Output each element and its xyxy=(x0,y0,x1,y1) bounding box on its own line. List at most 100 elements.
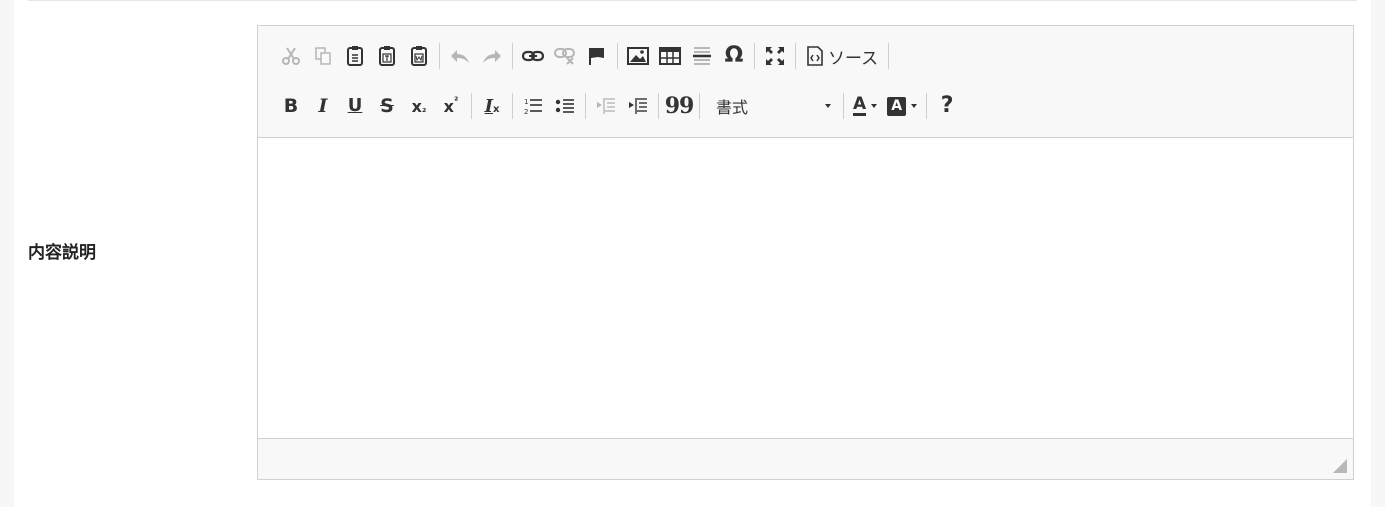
italic-icon: I xyxy=(318,94,328,117)
subscript-button[interactable]: x₂ xyxy=(403,91,435,121)
toolbar-row-2: B I U S x₂ x² Ix 1 2 99 書式 A A ? xyxy=(275,89,963,123)
format-dropdown[interactable]: 書式 xyxy=(704,91,839,121)
chevron-down-icon xyxy=(871,104,878,108)
svg-text:2: 2 xyxy=(524,108,528,116)
bulleted-list-icon xyxy=(555,99,574,113)
editor-toolbar: Ω ソース B I U S x₂ x² Ix 1 2 99 書式 A A ? xyxy=(258,26,1353,138)
numbered-list-icon: 1 2 xyxy=(524,98,542,116)
anchor-button[interactable] xyxy=(581,41,613,71)
paste-text-icon xyxy=(379,46,395,66)
toolbar-separator xyxy=(888,43,890,69)
toolbar-separator xyxy=(926,93,928,119)
source-label: ソース xyxy=(828,48,879,69)
remove-format-base: I xyxy=(484,95,493,117)
paste-word-button[interactable] xyxy=(403,41,435,71)
blockquote-icon: 99 xyxy=(664,93,695,119)
bold-button[interactable]: B xyxy=(275,91,307,121)
underline-icon: U xyxy=(347,95,363,116)
paste-text-button[interactable] xyxy=(371,41,403,71)
svg-text:1: 1 xyxy=(524,98,528,106)
text-color-icon: A xyxy=(853,94,867,116)
row-divider xyxy=(28,0,1357,1)
remove-format-mark: x xyxy=(492,103,500,115)
strikethrough-button[interactable]: S xyxy=(371,91,403,121)
undo-button[interactable] xyxy=(444,41,476,71)
source-icon xyxy=(807,46,823,66)
field-label: 内容説明 xyxy=(28,243,96,263)
redo-button[interactable] xyxy=(476,41,508,71)
indent-button[interactable] xyxy=(622,91,654,121)
toolbar-separator xyxy=(658,93,659,119)
indent-icon xyxy=(629,98,647,114)
horizontal-rule-button[interactable] xyxy=(686,41,718,71)
cut-icon xyxy=(282,47,300,65)
toolbar-separator xyxy=(512,93,513,119)
toolbar-separator xyxy=(439,43,440,69)
numbered-list-button[interactable]: 1 2 xyxy=(517,91,549,121)
remove-format-button[interactable]: Ix xyxy=(476,91,508,121)
remove-format-icon: Ix xyxy=(485,97,500,116)
superscript-icon: x² xyxy=(443,95,459,116)
outdent-icon xyxy=(597,98,615,114)
table-icon xyxy=(659,47,681,65)
blockquote-button[interactable]: 99 xyxy=(663,91,695,121)
subscript-mark: ₂ xyxy=(421,103,427,115)
superscript-base: x xyxy=(443,96,454,116)
resize-handle-icon[interactable] xyxy=(1333,459,1347,473)
paste-icon xyxy=(347,46,363,66)
table-button[interactable] xyxy=(654,41,686,71)
unlink-button[interactable] xyxy=(549,41,581,71)
subscript-icon: x₂ xyxy=(412,97,427,116)
special-char-button[interactable]: Ω xyxy=(718,41,750,71)
toolbar-separator xyxy=(471,93,472,119)
omega-icon: Ω xyxy=(724,43,744,68)
toolbar-separator xyxy=(585,93,586,119)
toolbar-separator xyxy=(512,43,513,69)
toolbar-separator xyxy=(795,43,796,69)
underline-button[interactable]: U xyxy=(339,91,371,121)
copy-icon xyxy=(315,47,331,65)
editor-status-bar xyxy=(258,438,1353,479)
maximize-icon xyxy=(766,47,784,65)
toolbar-separator xyxy=(754,43,755,69)
text-color-letter: A xyxy=(853,94,867,114)
superscript-mark: ² xyxy=(453,95,459,107)
maximize-button[interactable] xyxy=(759,41,791,71)
rich-text-editor: Ω ソース B I U S x₂ x² Ix 1 2 99 書式 A A ? xyxy=(257,25,1354,480)
cut-button[interactable] xyxy=(275,41,307,71)
bulleted-list-button[interactable] xyxy=(549,91,581,121)
redo-icon xyxy=(483,50,501,63)
help-icon: ? xyxy=(940,93,954,118)
page: 内容説明 Ω ソース B I U S x₂ x² Ix 1 2 99 書式 A … xyxy=(0,0,1385,507)
right-margin xyxy=(1371,0,1385,507)
left-margin xyxy=(0,0,14,507)
background-color-button[interactable]: A xyxy=(882,91,922,121)
background-color-icon: A xyxy=(887,96,907,116)
help-button[interactable]: ? xyxy=(931,91,963,121)
horizontal-rule-icon xyxy=(693,47,711,65)
source-button[interactable]: ソース xyxy=(800,41,884,71)
chevron-down-icon xyxy=(911,104,918,108)
toolbar-separator xyxy=(843,93,844,119)
strikethrough-icon: S xyxy=(380,94,394,117)
italic-button[interactable]: I xyxy=(307,91,339,121)
bg-color-letter: A xyxy=(891,98,903,114)
bold-icon: B xyxy=(283,94,299,117)
copy-button[interactable] xyxy=(307,41,339,71)
link-button[interactable] xyxy=(517,41,549,71)
toolbar-separator xyxy=(617,43,618,69)
format-label: 書式 xyxy=(716,98,749,117)
paste-button[interactable] xyxy=(339,41,371,71)
toolbar-separator xyxy=(699,93,700,119)
undo-icon xyxy=(451,50,469,63)
link-icon xyxy=(522,50,544,62)
outdent-button[interactable] xyxy=(590,91,622,121)
editor-content-area[interactable] xyxy=(258,138,1353,439)
image-button[interactable] xyxy=(622,41,654,71)
image-icon xyxy=(627,47,649,65)
subscript-base: x xyxy=(411,96,422,116)
chevron-down-icon xyxy=(825,104,831,108)
toolbar-row-1: Ω ソース xyxy=(275,39,893,73)
superscript-button[interactable]: x² xyxy=(435,91,467,121)
text-color-button[interactable]: A xyxy=(848,91,882,121)
